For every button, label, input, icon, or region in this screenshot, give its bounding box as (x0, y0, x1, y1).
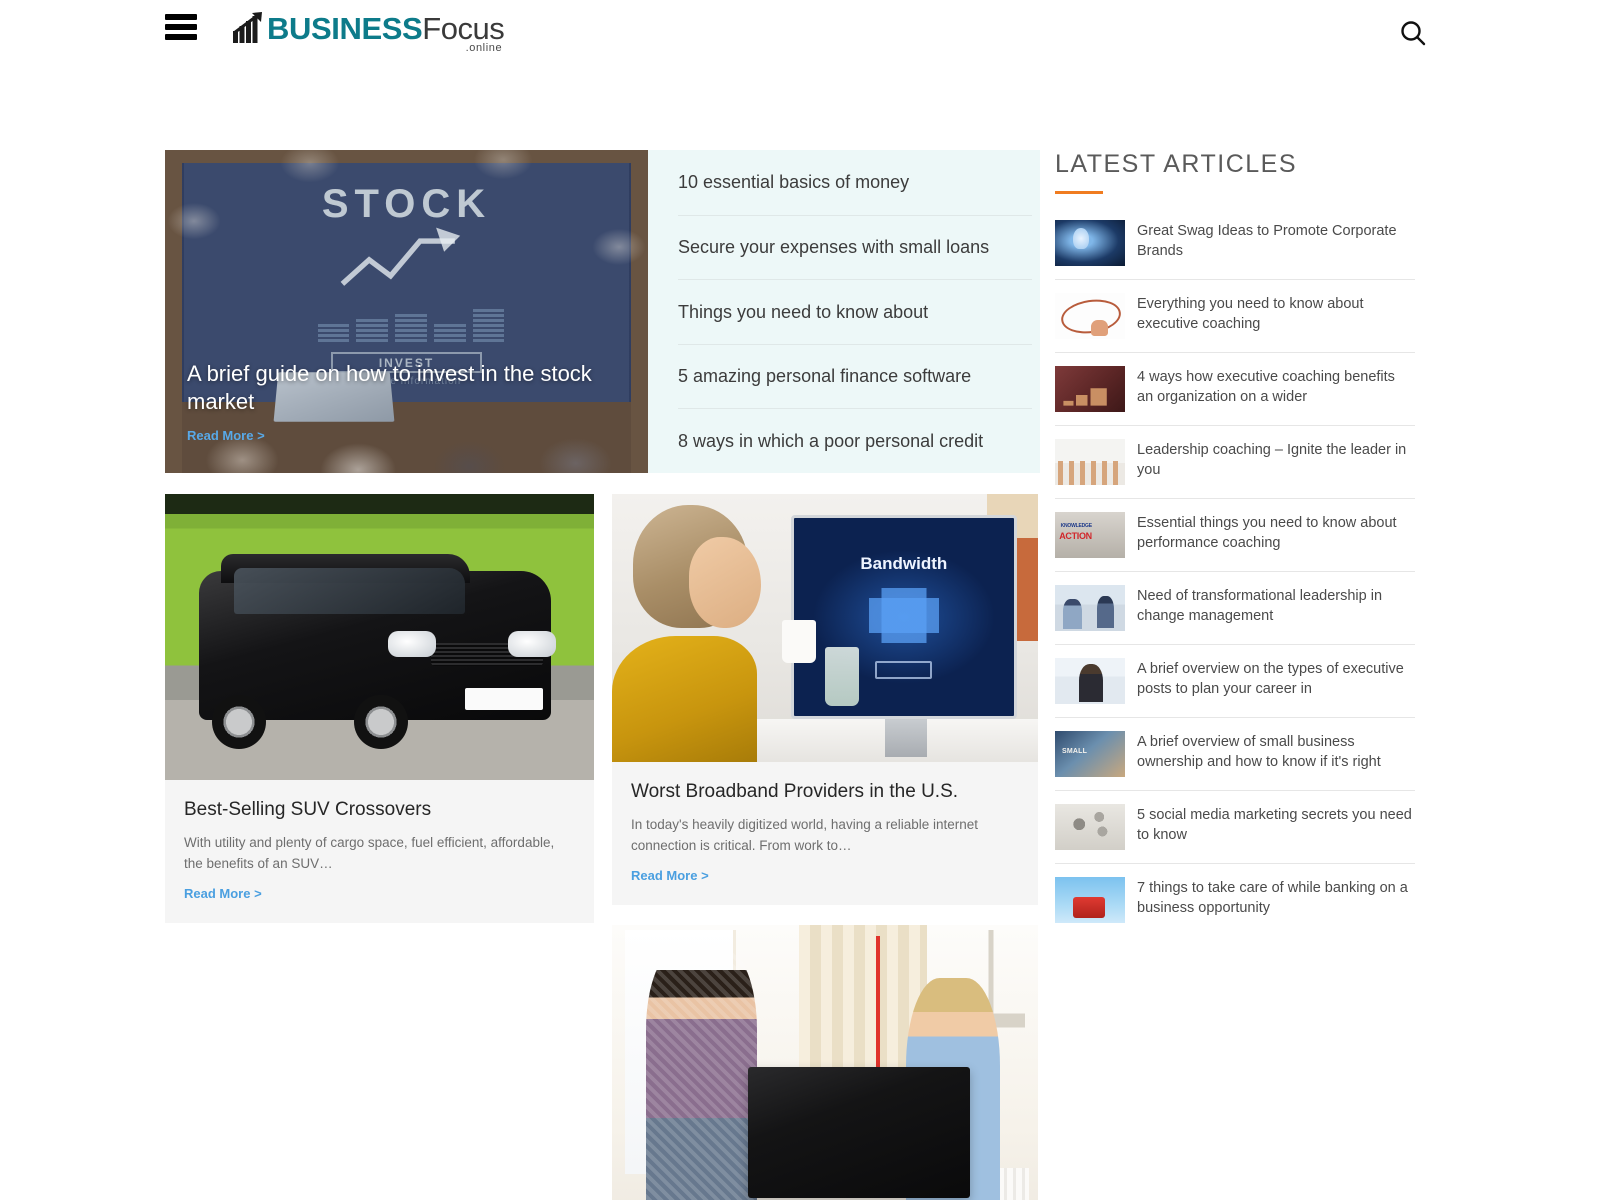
sidebar-article-item[interactable]: Great Swag Ideas to Promote Corporate Br… (1055, 207, 1415, 279)
sidebar-article-item[interactable]: Leadership coaching – Ignite the leader … (1055, 425, 1415, 498)
sidebar-article-title: A brief overview on the types of executi… (1137, 661, 1404, 697)
hero-title: A brief guide on how to invest in the st… (187, 361, 592, 414)
hero-list-item[interactable]: Secure your expenses with small loans (678, 214, 1032, 280)
suv-wheel (212, 694, 267, 749)
logo-online-text: .online (465, 42, 503, 54)
coffee-cup (782, 619, 817, 663)
hero-list-item[interactable]: 5 amazing personal finance software (678, 343, 1032, 409)
sidebar-article-title: Need of transformational leadership in c… (1137, 588, 1383, 624)
small-business-board-thumbnail (1055, 731, 1125, 777)
water-glass (825, 646, 860, 706)
hero-list-item[interactable]: 8 ways in which a poor personal credit (678, 408, 1032, 473)
chart-arrow-logo-icon (232, 11, 266, 44)
hamburger-bar (165, 24, 197, 30)
suv-glass (233, 568, 466, 615)
logo-focus-text: Focus (422, 11, 505, 46)
main-content: STOCK INVEST for mo (165, 150, 1040, 1200)
cards-column-left: Best-Selling SUV Crossovers With utility… (165, 494, 594, 923)
hamburger-bar (165, 14, 197, 20)
television-photo (612, 924, 1038, 1200)
sidebar-article-title: Everything you need to know about execut… (1137, 296, 1364, 332)
monitor-bandwidth-text: Bandwidth (860, 554, 948, 574)
monitor-button-graphic (875, 660, 933, 679)
sidebar-article-item[interactable]: 5 social media marketing secrets you nee… (1055, 790, 1415, 863)
latest-articles-sidebar: LATEST ARTICLES Great Swag Ideas to Prom… (1055, 150, 1415, 936)
hero-read-more-link[interactable]: Read More > (187, 428, 265, 443)
hero-photo-stock-market: STOCK INVEST for mo (165, 150, 648, 473)
sidebar-article-item[interactable]: A brief overview of small business owner… (1055, 717, 1415, 790)
sidebar-article-item[interactable]: Need of transformational leadership in c… (1055, 571, 1415, 644)
hero-list-item[interactable]: 10 essential basics of money (678, 150, 1032, 215)
social-network-thumbnail (1055, 804, 1125, 850)
card-title: Worst Broadband Providers in the U.S. (631, 781, 959, 802)
knowledge-into-action-thumbnail (1055, 512, 1125, 558)
cards-row: Best-Selling SUV Crossovers With utility… (165, 494, 1040, 1200)
logo-business-text: BUSINESS (267, 11, 423, 46)
sidebar-article-item[interactable]: A brief overview on the types of executi… (1055, 644, 1415, 717)
broadband-photo: Bandwidth (612, 494, 1038, 762)
search-icon[interactable] (1398, 18, 1428, 48)
monitor-chip-graphic (868, 587, 939, 643)
sidebar-accent-rule (1055, 191, 1103, 194)
woman-face (688, 536, 762, 628)
card-body: Best-Selling SUV Crossovers With utility… (165, 780, 594, 923)
sidebar-article-title: Essential things you need to know about … (1137, 515, 1397, 551)
sidebar-article-title: 4 ways how executive coaching benefits a… (1137, 369, 1395, 405)
hero-row: STOCK INVEST for mo (165, 150, 1040, 473)
card-read-more-link[interactable]: Read More > (184, 886, 575, 901)
card-body: Worst Broadband Providers in the U.S. In… (612, 762, 1038, 905)
sidebar-heading: LATEST ARTICLES (1055, 150, 1298, 178)
article-card-broadband[interactable]: Bandwidth Worst Broadband Providers in t… (612, 494, 1038, 905)
cards-column-right: Bandwidth Worst Broadband Providers in t… (612, 494, 1038, 1200)
logo-wordmark: BUSINESSFocus .online (267, 11, 505, 54)
sidebar-article-title: 5 social media marketing secrets you nee… (1137, 807, 1412, 843)
brand-lightbulb-thumbnail (1055, 220, 1125, 266)
card-excerpt: In today's heavily digitized world, havi… (631, 816, 979, 853)
hero-list-item[interactable]: Things you need to know about (678, 279, 1032, 344)
suv-license-plate (465, 688, 544, 711)
site-logo[interactable]: BUSINESSFocus .online (232, 11, 505, 54)
suv-photo (165, 494, 594, 780)
sidebar-article-title: Great Swag Ideas to Promote Corporate Br… (1137, 223, 1397, 259)
sidebar-article-title: 7 things to take care of while banking o… (1137, 880, 1408, 916)
desk-surface (722, 719, 1038, 762)
sidebar-article-item[interactable]: Everything you need to know about execut… (1055, 279, 1415, 352)
card-title: Best-Selling SUV Crossovers (184, 799, 432, 820)
card-excerpt: With utility and plenty of cargo space, … (184, 834, 555, 871)
site-header: BUSINESSFocus .online (0, 0, 1600, 68)
business-opportunity-bag-thumbnail (1055, 877, 1125, 923)
sidebar-article-item[interactable]: 4 ways how executive coaching benefits a… (1055, 352, 1415, 425)
monitor-stand (884, 719, 928, 757)
stairs-figure-thumbnail (1055, 366, 1125, 412)
suv-headlight (388, 631, 437, 658)
mentorship-circle-thumbnail (1055, 293, 1125, 339)
sidebar-article-title: A brief overview of small business owner… (1137, 734, 1381, 770)
article-card-television[interactable]: 5 Television Deals You Should Not Miss O… (612, 924, 1038, 1200)
hamburger-bar (165, 34, 197, 40)
sidebar-article-item[interactable]: 7 things to take care of while banking o… (1055, 863, 1415, 936)
man-carrying-tv (646, 948, 757, 1200)
hero-people-overlay (165, 150, 648, 473)
sidebar-article-title: Leadership coaching – Ignite the leader … (1137, 442, 1407, 478)
suv-headlight (508, 631, 557, 658)
suv-wheel (353, 694, 408, 749)
hero-article-list: 10 essential basics of money Secure your… (648, 150, 1040, 473)
woman-yellow-top (612, 636, 757, 762)
executive-woman-thumbnail (1055, 658, 1125, 704)
sidebar-article-item[interactable]: Essential things you need to know about … (1055, 498, 1415, 571)
card-read-more-link[interactable]: Read More > (631, 868, 1019, 883)
raised-hands-thumbnail (1055, 439, 1125, 485)
article-card-suv[interactable]: Best-Selling SUV Crossovers With utility… (165, 494, 594, 923)
flat-screen-television (748, 1067, 970, 1198)
hamburger-menu-icon[interactable] (165, 14, 197, 40)
office-meeting-thumbnail (1055, 585, 1125, 631)
hero-featured-article[interactable]: STOCK INVEST for mo (165, 150, 648, 473)
